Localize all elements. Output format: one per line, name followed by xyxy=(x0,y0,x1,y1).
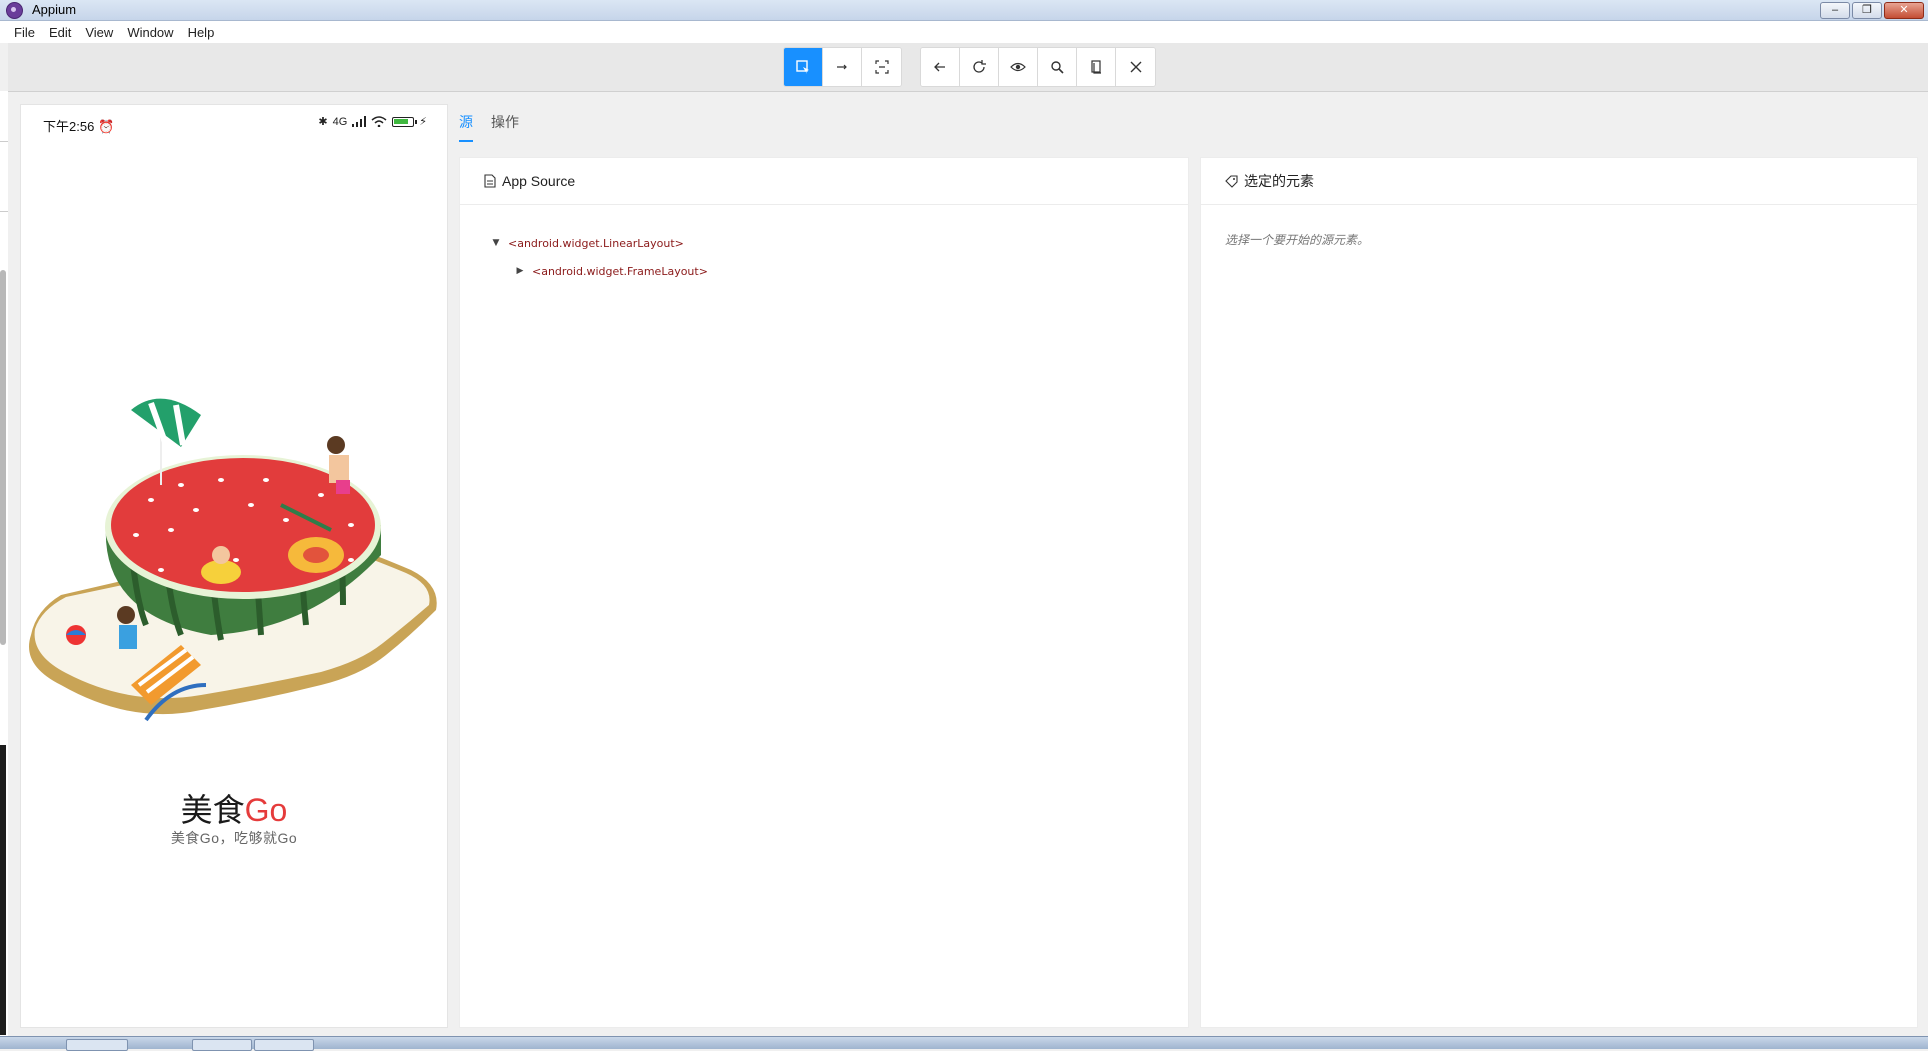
device-screenshot[interactable]: 下午2:56 ⏰ ✱ 4G ⚡ 美食Go 美食Go，吃够就Go xyxy=(20,104,448,1028)
selected-element-title: 选定的元素 xyxy=(1244,173,1314,189)
selected-element-header: 选定的元素 xyxy=(1201,158,1917,205)
tap-by-coordinates-icon xyxy=(874,60,889,74)
os-taskbar xyxy=(0,1036,1928,1051)
app-source-title: App Source xyxy=(502,173,576,189)
wifi-icon xyxy=(371,116,387,127)
inspector-tabs: 源 操作 xyxy=(459,108,519,142)
taskbar-app-button[interactable] xyxy=(192,1039,252,1051)
background-window-strip xyxy=(0,745,6,1035)
caret-right-icon[interactable]: ▶ xyxy=(514,266,526,276)
window-titlebar: Appium – ❐ ✕ xyxy=(0,0,1928,21)
charging-icon: ⚡ xyxy=(419,116,427,128)
device-actions-group xyxy=(920,47,1156,87)
select-element-button[interactable] xyxy=(784,48,823,86)
appium-logo-icon xyxy=(6,2,23,19)
bluetooth-icon: ✱ xyxy=(318,116,328,128)
menu-window[interactable]: Window xyxy=(120,25,180,40)
brand-accent: Go xyxy=(244,792,288,828)
tap-coordinates-button[interactable] xyxy=(862,48,901,86)
status-icons: ✱ 4G ⚡ xyxy=(318,115,427,129)
signal-icon xyxy=(352,116,367,127)
file-icon xyxy=(484,174,496,188)
alarm-icon: ⏰ xyxy=(97,119,115,134)
close-window-button[interactable]: ✕ xyxy=(1884,2,1924,19)
tab-actions[interactable]: 操作 xyxy=(491,108,519,142)
close-icon xyxy=(1130,61,1141,73)
source-tree: ▼ <android.widget.LinearLayout> ▶ <andro… xyxy=(460,205,1188,285)
app-brand: 美食Go xyxy=(21,785,447,831)
copy-xml-button[interactable] xyxy=(1077,48,1116,86)
toggle-visibility-button[interactable] xyxy=(999,48,1038,86)
swipe-icon xyxy=(837,64,847,70)
caret-down-icon[interactable]: ▼ xyxy=(490,238,502,248)
tag-icon xyxy=(1225,174,1238,188)
divider xyxy=(0,141,8,142)
tree-node-label[interactable]: <android.widget.FrameLayout> xyxy=(532,265,708,278)
window-title: Appium xyxy=(32,2,77,17)
refresh-button[interactable] xyxy=(960,48,999,86)
menu-edit[interactable]: Edit xyxy=(42,25,78,40)
brand-main: 美食 xyxy=(180,792,245,828)
minimize-button[interactable]: – xyxy=(1820,2,1850,19)
swipe-button[interactable] xyxy=(823,48,862,86)
taskbar-app-button[interactable] xyxy=(66,1039,128,1051)
tree-node-label[interactable]: <android.widget.LinearLayout> xyxy=(508,237,684,250)
app-tagline: 美食Go，吃够就Go xyxy=(170,830,298,846)
search-icon xyxy=(1051,61,1064,74)
eye-icon xyxy=(1010,62,1026,72)
status-time: 下午2:56 ⏰ xyxy=(43,116,114,135)
status-time-text: 下午2:56 xyxy=(43,119,95,134)
select-element-icon xyxy=(796,60,809,74)
tree-node-framelayout[interactable]: ▶ <android.widget.FrameLayout> xyxy=(490,257,1188,285)
menu-bar: File Edit View Window Help xyxy=(0,21,1928,43)
quit-session-button[interactable] xyxy=(1116,48,1155,86)
selected-element-panel: 选定的元素 选择一个要开始的源元素。 xyxy=(1200,157,1918,1028)
battery-icon xyxy=(392,116,418,127)
copy-icon xyxy=(1091,60,1101,74)
tab-source[interactable]: 源 xyxy=(459,108,473,142)
scrollbar-thumb[interactable] xyxy=(0,270,6,645)
network-label: 4G xyxy=(332,115,348,128)
maximize-button[interactable]: ❐ xyxy=(1852,2,1882,19)
inspector-toolbar xyxy=(8,43,1928,92)
interaction-mode-group xyxy=(783,47,902,87)
divider xyxy=(0,211,8,212)
refresh-icon xyxy=(973,60,986,73)
app-source-panel: App Source ▼ <android.widget.LinearLayou… xyxy=(459,157,1189,1028)
taskbar-app-button[interactable] xyxy=(254,1039,314,1051)
tree-node-linearlayout[interactable]: ▼ <android.widget.LinearLayout> xyxy=(490,229,1188,257)
menu-file[interactable]: File xyxy=(0,25,42,40)
menu-help[interactable]: Help xyxy=(181,25,222,40)
back-icon xyxy=(934,62,945,72)
menu-view[interactable]: View xyxy=(78,25,120,40)
search-elements-button[interactable] xyxy=(1038,48,1077,86)
window-controls: – ❐ ✕ xyxy=(1820,2,1924,19)
selected-element-hint: 选择一个要开始的源元素。 xyxy=(1225,233,1370,247)
watermelon-illustration xyxy=(29,398,437,722)
back-button[interactable] xyxy=(921,48,960,86)
app-source-header: App Source xyxy=(460,158,1188,205)
